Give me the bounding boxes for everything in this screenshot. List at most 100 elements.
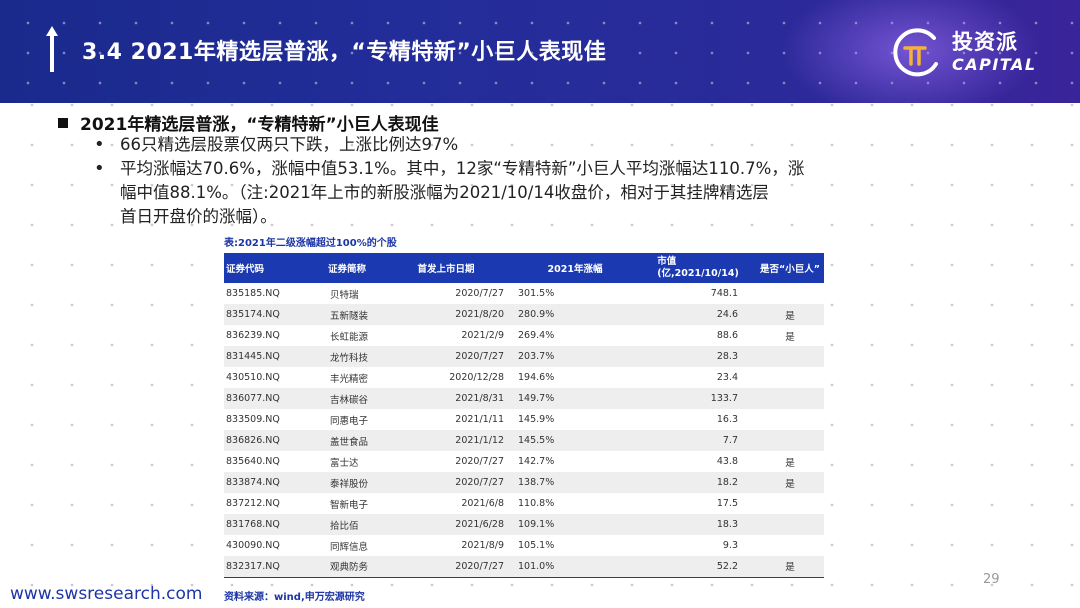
cell-little-giant	[756, 283, 824, 304]
cell-ipo-date: 2020/12/28	[449, 372, 504, 383]
cell-ipo-date: 2021/2/9	[461, 330, 504, 341]
cell-gain: 110.8%	[518, 498, 555, 509]
cell-name: 长虹能源	[330, 331, 369, 343]
cell-market-cap: 748.1	[710, 288, 738, 299]
table-title: 表:2021年二级涨幅超过100%的个股	[224, 238, 397, 249]
table-row: 831768.NQ 拾比佰 2021/6/28 109.1% 18.3	[224, 514, 824, 535]
website-link[interactable]: www.swsresearch.com	[10, 584, 202, 604]
col-header-gain: 2021年涨幅	[547, 264, 603, 275]
table-row: 836077.NQ 吉林碳谷 2021/8/31 149.7% 133.7	[224, 388, 824, 409]
cell-ipo-date: 2021/8/20	[455, 309, 504, 320]
header-banner: 3.4 2021年精选层普涨，“专精特新”小巨人表现佳 投资派 CAPITAL	[0, 0, 1080, 103]
cell-little-giant	[756, 430, 824, 451]
cell-market-cap: 17.5	[716, 498, 738, 509]
cell-ipo-date: 2020/7/27	[455, 288, 504, 299]
cell-gain: 301.5%	[518, 288, 555, 299]
cell-code: 836239.NQ	[226, 330, 280, 341]
market-cap-label: 市值	[657, 256, 677, 267]
cell-name: 丰光精密	[330, 373, 369, 385]
cell-code: 833874.NQ	[226, 477, 280, 488]
table-row: 835640.NQ 富士达 2020/7/27 142.7% 43.8 是	[224, 451, 824, 472]
cell-code: 833509.NQ	[226, 414, 280, 425]
cell-ipo-date: 2020/7/27	[455, 456, 504, 467]
capital-logo: 投资派 CAPITAL	[888, 22, 1048, 82]
cell-gain: 203.7%	[518, 351, 555, 362]
cell-gain: 149.7%	[518, 393, 555, 404]
cell-code: 835174.NQ	[226, 309, 280, 320]
bullet-text: 平均涨幅达70.6%，涨幅中值53.1%。其中，12家“专精特新”小巨人平均涨幅…	[120, 159, 805, 178]
bullet-text: 66只精选层股票仅两只下跌，上涨比例达97%	[120, 135, 459, 154]
col-header-ipo-date: 首发上市日期	[417, 264, 475, 275]
cell-gain: 145.9%	[518, 414, 555, 425]
cell-market-cap: 16.3	[716, 414, 738, 425]
cell-market-cap: 23.4	[716, 372, 738, 383]
cell-name: 贝特瑞	[330, 289, 359, 301]
col-header-little-giant: 是否“小巨人”	[760, 264, 820, 275]
cell-little-giant	[756, 367, 824, 388]
cell-gain: 269.4%	[518, 330, 555, 341]
cell-little-giant	[756, 493, 824, 514]
cell-code: 837212.NQ	[226, 498, 280, 509]
cell-market-cap: 52.2	[716, 560, 738, 572]
cell-market-cap: 9.3	[722, 540, 738, 551]
cell-code: 831768.NQ	[226, 519, 280, 530]
cell-code: 430090.NQ	[226, 540, 280, 551]
cell-market-cap: 24.6	[716, 309, 738, 320]
cell-little-giant	[756, 388, 824, 409]
cell-little-giant	[756, 346, 824, 367]
logo-chinese-text: 投资派	[952, 30, 1018, 54]
table-row: 836826.NQ 盖世食品 2021/1/12 145.5% 7.7	[224, 430, 824, 451]
cell-ipo-date: 2021/6/8	[461, 498, 504, 509]
cell-name: 拾比佰	[330, 520, 359, 532]
cell-name: 泰祥股份	[330, 478, 369, 490]
bullet-item: • 66只精选层股票仅两只下跌，上涨比例达97%	[94, 133, 804, 157]
bullet-dot-icon: •	[94, 158, 105, 179]
table-row: 831445.NQ 龙竹科技 2020/7/27 203.7% 28.3	[224, 346, 824, 367]
cell-code: 430510.NQ	[226, 372, 280, 383]
cell-ipo-date: 2021/8/9	[461, 540, 504, 551]
section-heading-text: 2021年精选层普涨，“专精特新”小巨人表现佳	[80, 115, 439, 135]
cell-name: 同辉信息	[330, 541, 369, 553]
cell-name: 吉林碳谷	[330, 394, 369, 406]
cell-market-cap: 18.3	[716, 519, 738, 530]
cell-gain: 138.7%	[518, 477, 555, 488]
table-row: 833874.NQ 泰祥股份 2020/7/27 138.7% 18.2 是	[224, 472, 824, 493]
cell-little-giant	[756, 535, 824, 556]
table-row: 430510.NQ 丰光精密 2020/12/28 194.6% 23.4	[224, 367, 824, 388]
cell-little-giant: 是	[785, 478, 795, 490]
market-cap-unit: (亿,2021/10/14)	[657, 268, 739, 279]
table-row: 430090.NQ 同辉信息 2021/8/9 105.1% 9.3	[224, 535, 824, 556]
cell-market-cap: 7.7	[722, 435, 738, 446]
arrow-up-icon	[46, 26, 58, 72]
square-bullet-icon	[58, 118, 68, 128]
cell-gain: 145.5%	[518, 435, 555, 446]
cell-code: 836077.NQ	[226, 393, 280, 404]
table-header-row: 证券代码 证券简称 首发上市日期 2021年涨幅 市值 (亿,2021/10/14…	[224, 253, 824, 283]
cell-code: 835185.NQ	[226, 288, 280, 299]
cell-name: 龙竹科技	[330, 352, 369, 364]
cell-little-giant: 是	[785, 457, 795, 469]
cell-name: 同惠电子	[330, 415, 369, 427]
table-row: 833509.NQ 同惠电子 2021/1/11 145.9% 16.3	[224, 409, 824, 430]
cell-little-giant: 是	[785, 310, 795, 322]
bullet-item: • 平均涨幅达70.6%，涨幅中值53.1%。其中，12家“专精特新”小巨人平均涨…	[94, 157, 804, 181]
cell-ipo-date: 2021/1/11	[455, 414, 504, 425]
cell-ipo-date: 2020/7/27	[455, 477, 504, 488]
page-number: 29	[983, 572, 1000, 587]
market-cap-header: 市值 (亿,2021/10/14)	[657, 256, 739, 280]
cell-name: 盖世食品	[330, 436, 369, 448]
cell-little-giant	[756, 514, 824, 535]
stock-table-section: 表:2021年二级涨幅超过100%的个股 证券代码 证券简称 首发上市日期 20…	[224, 237, 824, 578]
bullet-continuation: 首日开盘价的涨幅）。	[94, 205, 804, 229]
bullet-text: 幅中值88.1%。（注:2021年上市的新股涨幅为2021/10/14收盘价，相…	[120, 183, 769, 202]
cell-gain: 101.0%	[518, 560, 555, 572]
cell-little-giant: 是	[785, 331, 795, 343]
col-header-market-cap: 市值 (亿,2021/10/14)	[640, 253, 756, 283]
cell-gain: 194.6%	[518, 372, 555, 383]
cell-gain: 280.9%	[518, 309, 555, 320]
cell-market-cap: 88.6	[716, 330, 738, 341]
cell-ipo-date: 2020/7/27	[455, 351, 504, 362]
cell-market-cap: 18.2	[716, 477, 738, 488]
page-title: 3.4 2021年精选层普涨，“专精特新”小巨人表现佳	[82, 40, 607, 65]
cell-ipo-date: 2021/8/31	[455, 393, 504, 404]
